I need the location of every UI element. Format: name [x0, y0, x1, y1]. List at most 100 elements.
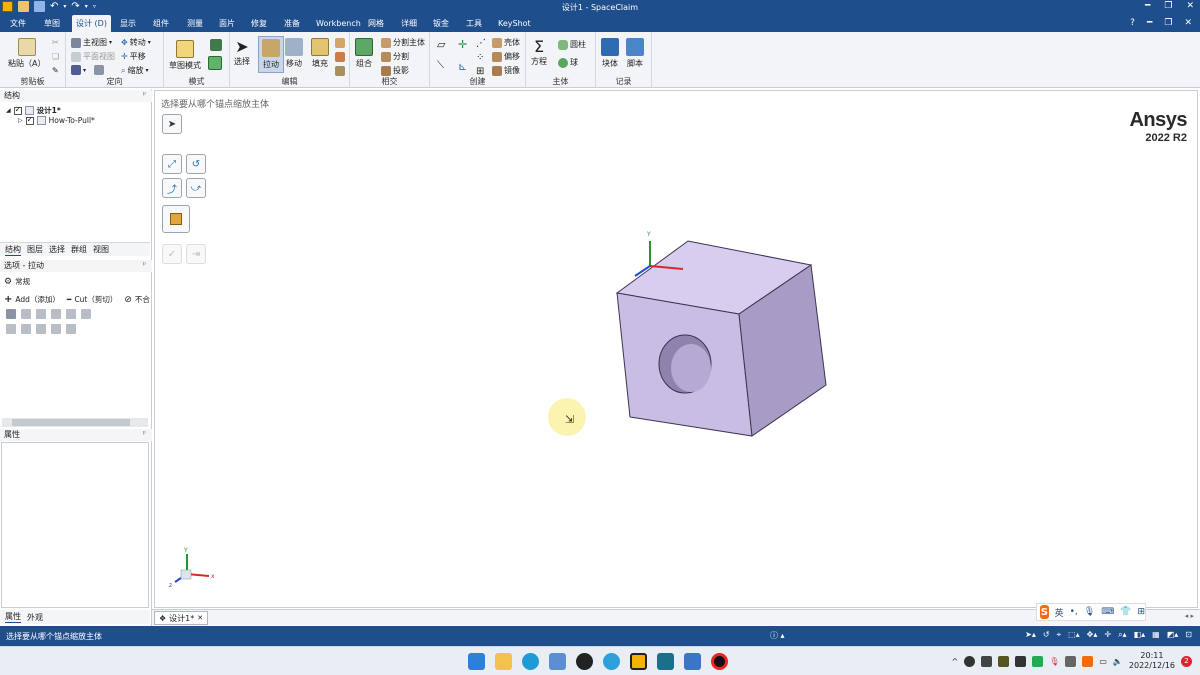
project-button[interactable]: 投影: [381, 65, 409, 76]
split-button[interactable]: 分割: [381, 51, 409, 62]
offset-button[interactable]: 偏移: [492, 51, 520, 62]
minimize-icon[interactable]: ━: [1145, 1, 1150, 11]
block-button[interactable]: 块体: [601, 38, 619, 69]
tab-file[interactable]: 文件: [6, 15, 30, 32]
record-app-icon[interactable]: [711, 653, 728, 670]
sweep-button[interactable]: ⤴: [162, 178, 182, 198]
edit-tool-1[interactable]: [335, 38, 345, 48]
notification-badge[interactable]: 2: [1181, 655, 1192, 667]
tab-tools[interactable]: 工具: [462, 15, 486, 32]
pull-button[interactable]: 拉动: [258, 36, 284, 73]
fill-button[interactable]: 填充: [311, 38, 329, 69]
tab-workbench[interactable]: Workbench: [312, 15, 365, 32]
restore-icon[interactable]: ❐: [1164, 1, 1172, 11]
notes-app-icon[interactable]: [684, 653, 701, 670]
mirror-button[interactable]: 镜像: [492, 65, 520, 76]
tray-sogou-icon[interactable]: [1082, 655, 1094, 667]
pull-tool-icon[interactable]: [6, 324, 16, 334]
tab-design[interactable]: 设计 (D): [72, 15, 111, 32]
display-icon[interactable]: ▭: [1099, 657, 1107, 666]
tab-repair[interactable]: 修复: [247, 15, 271, 32]
tray-app-icon[interactable]: [981, 655, 993, 667]
ribbon-restore-icon[interactable]: ❐: [1164, 18, 1172, 28]
tab-scroll-icon[interactable]: ◂ ▸: [1185, 612, 1194, 620]
general-section[interactable]: ⚙ 常规: [4, 276, 30, 287]
pattern-button[interactable]: ⁘: [476, 52, 484, 63]
expand-icon[interactable]: ▷: [18, 117, 23, 124]
snap-icon[interactable]: ⌖: [1057, 630, 1062, 640]
collapse-icon[interactable]: ◢: [6, 107, 11, 114]
pan-status-icon[interactable]: ✛: [1104, 630, 1111, 640]
pull-tool-icon[interactable]: [6, 309, 16, 319]
tray-expand-icon[interactable]: ^: [952, 657, 959, 666]
tray-app-icon[interactable]: [998, 655, 1010, 667]
spin-status-icon[interactable]: ↺: [1043, 630, 1050, 640]
line-button[interactable]: ⋰: [476, 38, 486, 49]
script-button[interactable]: 脚本: [626, 38, 644, 69]
spin-button[interactable]: ✥ 转动 ▾: [121, 37, 151, 48]
pull-direction-button[interactable]: ⤢: [162, 154, 182, 174]
tray-app-icon[interactable]: [1015, 655, 1027, 667]
render-icon[interactable]: ◩▴: [1167, 630, 1179, 640]
section-mode-button[interactable]: [210, 39, 222, 51]
ribbon-minimize-icon[interactable]: ━: [1147, 18, 1152, 28]
tab-sheet-metal[interactable]: 钣金: [429, 15, 453, 32]
pull-tool-icon[interactable]: [21, 309, 31, 319]
photos-icon[interactable]: [549, 653, 566, 670]
pull-tool-icon[interactable]: [36, 324, 46, 334]
ribbon-close-icon[interactable]: ✕: [1184, 18, 1192, 28]
sogou-icon[interactable]: S: [1040, 605, 1049, 619]
tab-properties[interactable]: 属性: [5, 611, 21, 623]
microphone-icon[interactable]: 🎙: [1084, 607, 1095, 617]
display-style-icon[interactable]: ◧▴: [1134, 630, 1146, 640]
pin-icon[interactable]: ᵖ: [143, 260, 146, 269]
select-button[interactable]: ➤ 选择: [234, 38, 250, 67]
pan-button[interactable]: ✛ 平移: [121, 51, 146, 62]
close-icon[interactable]: ✕: [1186, 1, 1194, 11]
close-tab-icon[interactable]: ✕: [197, 614, 203, 622]
tab-groups[interactable]: 群组: [71, 244, 87, 255]
pull-tool-icon[interactable]: [81, 309, 91, 319]
ime-language[interactable]: 英: [1055, 606, 1064, 619]
tray-qq-icon[interactable]: [964, 655, 976, 667]
format-painter-icon[interactable]: ✎: [52, 66, 59, 75]
select-guide-button[interactable]: ➤: [162, 114, 182, 134]
plane-view-button[interactable]: 平面视图: [71, 51, 115, 62]
spaceclaim-taskbar-icon[interactable]: [630, 653, 647, 670]
edit-tool-3[interactable]: [335, 66, 345, 76]
tab-assembly[interactable]: 组件: [149, 15, 173, 32]
zoom-button[interactable]: ⌕ 缩放 ▾: [121, 65, 149, 76]
info-icon[interactable]: ⓘ ▴: [770, 630, 785, 641]
no-merge-icon[interactable]: ⊘: [124, 295, 132, 305]
box-select-icon[interactable]: ⬚▴: [1068, 630, 1080, 640]
combine-button[interactable]: 组合: [355, 38, 373, 69]
punctuation-icon[interactable]: •,: [1070, 607, 1078, 617]
sphere-button[interactable]: 球: [558, 57, 578, 68]
cut-option-icon[interactable]: ━: [67, 295, 72, 304]
cad-app-icon[interactable]: [657, 653, 674, 670]
zoom-status-icon[interactable]: ⌕▴: [1118, 630, 1127, 640]
tab-mesh[interactable]: 网格: [364, 15, 388, 32]
skin-icon[interactable]: 👕: [1120, 607, 1131, 617]
cut-icon[interactable]: ✂: [52, 38, 59, 47]
tab-appearance[interactable]: 外观: [27, 612, 43, 623]
axis-button[interactable]: ⟍: [437, 60, 444, 71]
scrollbar-thumb[interactable]: [12, 419, 130, 426]
design-viewport[interactable]: 选择要从哪个锚点缩放主体 ➤ ⤢ ↺ ⤴ ⤻ ✓ ⇥ Ansys 2022 R2…: [154, 90, 1198, 608]
file-explorer-icon[interactable]: [495, 653, 512, 670]
tab-layers[interactable]: 图层: [27, 244, 43, 255]
copy-icon[interactable]: ❏: [52, 52, 59, 61]
no-merge-option[interactable]: 不合: [135, 294, 150, 305]
shell-button[interactable]: 壳体: [492, 37, 520, 48]
chat-app-icon[interactable]: [603, 653, 620, 670]
clock[interactable]: 20:11 2022/12/16: [1129, 651, 1175, 671]
origin-button[interactable]: ✛: [458, 38, 467, 51]
grid-status-icon[interactable]: ▦: [1152, 630, 1160, 640]
toolbox-icon[interactable]: ⊞: [1137, 607, 1145, 617]
tab-sketch[interactable]: 草图: [40, 15, 64, 32]
tab-display[interactable]: 显示: [116, 15, 140, 32]
pull-tool-icon[interactable]: [51, 324, 61, 334]
cube-model[interactable]: Y: [595, 221, 835, 451]
qq-icon[interactable]: [576, 653, 593, 670]
pull-tool-icon[interactable]: [51, 309, 61, 319]
